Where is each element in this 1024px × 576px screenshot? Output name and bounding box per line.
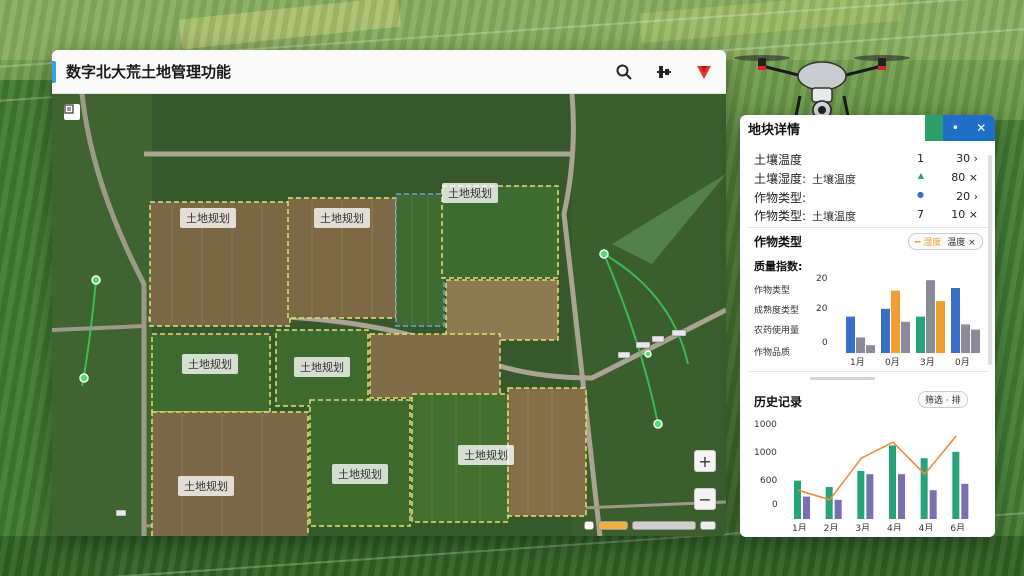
quality-label: 质量指数: xyxy=(754,260,803,273)
bar xyxy=(794,480,801,519)
x-tick-label: 3月 xyxy=(855,523,870,531)
quality-item: 作物类型 xyxy=(754,286,791,296)
detail-marker: ▲ xyxy=(917,171,924,180)
plot-label[interactable]: 土地规划 xyxy=(332,464,388,484)
plot-label[interactable]: 土地规划 xyxy=(178,476,234,496)
panel-scrollbar[interactable] xyxy=(988,155,992,365)
x-tick-label: 4月 xyxy=(919,523,934,531)
crop-section-title: 作物类型 xyxy=(754,235,803,249)
bar xyxy=(891,290,900,353)
x-tick-label: 0月 xyxy=(955,357,970,367)
y-tick-label: 0 xyxy=(772,500,778,510)
y-tick-label: 20 xyxy=(816,304,828,314)
search-icon[interactable] xyxy=(612,60,636,84)
map-canvas xyxy=(52,94,726,536)
panel-accent xyxy=(925,115,943,141)
bar xyxy=(951,288,960,353)
plot-label[interactable]: 土地规划 xyxy=(442,183,498,203)
detail-marker: ● xyxy=(917,190,924,199)
zoom-in-button[interactable]: + xyxy=(694,450,716,472)
detail-marker: 1 xyxy=(917,152,924,165)
bar xyxy=(971,329,980,353)
y-tick-label: 1000 xyxy=(754,420,777,430)
detail-marker: 7 xyxy=(917,208,924,221)
bar xyxy=(834,499,842,519)
bar xyxy=(857,471,865,519)
satellite-map[interactable]: 土地规划 土地规划 土地规划 土地规划 土地规划 土地规划 土地规划 土地规划 … xyxy=(52,94,726,536)
quality-item: 作物品质 xyxy=(754,348,791,358)
panel-header: 地块详情 • ✕ xyxy=(740,115,995,141)
quality-item: 农药使用量 xyxy=(754,326,800,336)
detail-label: 土壤湿度: xyxy=(754,172,807,186)
detail-value: 20 › xyxy=(956,190,978,203)
bar xyxy=(889,445,896,519)
detail-label: 作物类型: xyxy=(754,191,807,205)
detail-value: 10 × xyxy=(951,208,978,221)
plot-label[interactable]: 土地规划 xyxy=(294,357,350,377)
map-window: 数字北大荒土地管理功能 土地规划 土地规划 土地规划 土地规划 土地规划 土地规… xyxy=(52,50,726,536)
bar xyxy=(929,490,937,519)
pill-left: ━ 湿度 xyxy=(915,238,942,248)
bar xyxy=(881,308,890,353)
quality-item: 成熟度类型 xyxy=(754,306,800,316)
panel-title: 地块详情 xyxy=(748,122,801,138)
crop-filter-pill[interactable]: ━ 湿度 温度 × xyxy=(908,233,983,250)
plot-detail-panel: 地块详情 • ✕ 土壤温度 1 30 › 土壤湿度: 土壤温度 ▲ 80 × 作… xyxy=(740,115,995,537)
minimize-button[interactable]: • xyxy=(952,121,959,135)
detail-label: 土壤温度 xyxy=(754,153,803,167)
plot-label[interactable]: 土地规划 xyxy=(180,208,236,228)
detail-secondary: 土壤温度 xyxy=(812,173,856,186)
x-tick-label: 6月 xyxy=(950,523,965,531)
y-tick-label: 1000 xyxy=(754,448,777,458)
layers-icon[interactable] xyxy=(652,60,676,84)
bar xyxy=(952,451,960,519)
bar xyxy=(803,496,810,519)
x-tick-label: 4月 xyxy=(887,523,902,531)
bar xyxy=(856,337,865,353)
plot-label[interactable]: 土地规划 xyxy=(458,445,514,465)
trend-line xyxy=(797,435,957,501)
close-button[interactable]: ✕ xyxy=(976,121,986,135)
detail-secondary: 土壤温度 xyxy=(812,210,856,223)
x-tick-label: 0月 xyxy=(885,357,900,367)
y-tick-label: 20 xyxy=(816,274,828,284)
crop-bar-chart: 20 20 0 1月 0月 3月 0月 xyxy=(816,274,980,367)
y-tick-label: 0 xyxy=(822,338,828,348)
title-bar: 数字北大荒土地管理功能 xyxy=(52,50,726,94)
detail-label: 作物类型: xyxy=(754,209,807,223)
bar xyxy=(936,301,945,353)
map-info-icon[interactable] xyxy=(64,104,80,120)
title-accent xyxy=(52,60,56,83)
bar xyxy=(961,483,969,519)
bar xyxy=(866,345,875,353)
window-title: 数字北大荒土地管理功能 xyxy=(66,63,232,81)
bar xyxy=(825,487,833,519)
map-scale-bar[interactable] xyxy=(584,521,716,530)
bar xyxy=(926,280,935,353)
x-tick-label: 1月 xyxy=(850,357,865,367)
bar xyxy=(846,316,855,353)
y-tick-label: 600 xyxy=(760,476,777,486)
alert-icon[interactable] xyxy=(692,60,716,84)
bar xyxy=(916,316,925,353)
bar xyxy=(901,321,910,353)
plot-label[interactable]: 土地规划 xyxy=(314,208,370,228)
plot-label[interactable]: 土地规划 xyxy=(182,354,238,374)
x-tick-label: 1月 xyxy=(792,523,807,531)
history-title: 历史记录 xyxy=(754,395,803,409)
history-filter-pill[interactable]: 筛选 · 排 xyxy=(918,391,968,408)
x-tick-label: 2月 xyxy=(824,523,839,531)
detail-value: 30 › xyxy=(956,152,978,165)
pill-right: 温度 × xyxy=(947,238,976,248)
bar xyxy=(866,474,874,519)
detail-value: 80 × xyxy=(951,171,978,184)
bar xyxy=(898,474,905,519)
bar xyxy=(961,324,970,353)
bar xyxy=(920,458,928,519)
zoom-out-button[interactable]: − xyxy=(694,488,716,510)
x-tick-label: 3月 xyxy=(920,357,935,367)
history-chart: 1000 1000 600 0 1月 2月 3月 4月 4月 6月 xyxy=(754,420,969,531)
